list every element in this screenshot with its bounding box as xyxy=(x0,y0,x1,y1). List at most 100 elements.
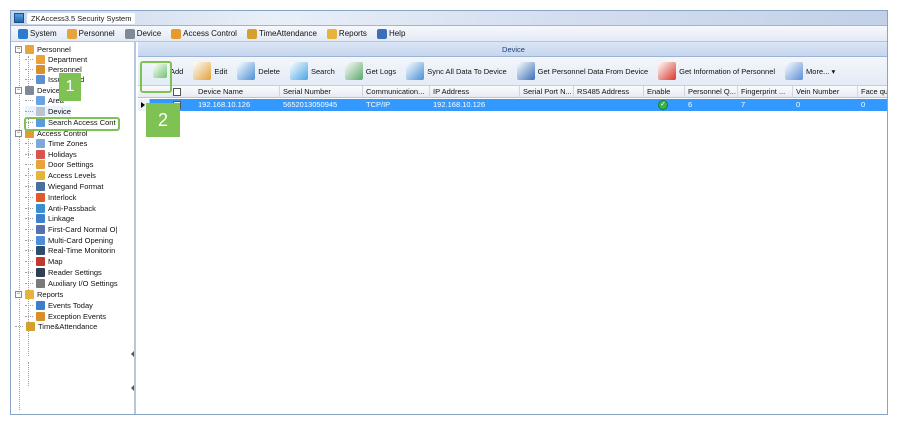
delete-button[interactable]: Delete xyxy=(234,59,283,83)
menu-system[interactable]: System xyxy=(13,27,62,41)
help-icon xyxy=(376,28,387,39)
sidebar-item-exception-events[interactable]: Exception Events xyxy=(25,311,106,321)
sidebar-item-linkage[interactable]: Linkage xyxy=(25,213,74,223)
get-logs-button[interactable]: Get Logs xyxy=(342,59,399,83)
menu-reports[interactable]: Reports xyxy=(322,27,372,41)
card-icon xyxy=(36,74,45,84)
time-attendance-icon xyxy=(26,321,35,331)
sidebar-item-time-zones[interactable]: Time Zones xyxy=(25,138,87,148)
tree-connector xyxy=(25,163,33,165)
sync-all-data-to-device-button[interactable]: Sync All Data To Device xyxy=(403,59,509,83)
column-header[interactable]: RS485 Address xyxy=(574,86,644,98)
get-personnel-data-from-device-button[interactable]: Get Personnel Data From Device xyxy=(514,59,651,83)
collapse-toggle-icon[interactable]: − xyxy=(15,45,22,53)
map-icon xyxy=(36,256,45,266)
edit-button[interactable]: Edit xyxy=(190,59,230,83)
collapse-toggle-icon[interactable]: − xyxy=(15,86,22,94)
sidebar-item-device[interactable]: Device xyxy=(25,106,71,116)
sidebar-item-first-card[interactable]: First-Card Normal O| xyxy=(25,224,117,234)
sidebar-item-label: Map xyxy=(48,256,63,266)
sidebar-item-interlock[interactable]: Interlock xyxy=(25,192,76,202)
sidebar-item-label: Anti-Passback xyxy=(48,203,96,213)
sidebar-item-label: Holidays xyxy=(48,149,77,159)
collapse-toggle-icon[interactable]: − xyxy=(15,129,22,137)
sidebar-item-map[interactable]: Map xyxy=(25,256,63,266)
tree-connector xyxy=(25,196,33,198)
sidebar-item-events-today[interactable]: Events Today xyxy=(25,300,93,310)
collapse-toggle-icon[interactable]: − xyxy=(15,290,22,298)
exception-icon xyxy=(36,311,45,321)
toolbar-button-label: Get Information of Personnel xyxy=(679,66,776,76)
callout-step-2: 2 xyxy=(146,103,180,137)
column-header[interactable]: Device Name xyxy=(195,86,280,98)
column-header[interactable]: Face qu xyxy=(858,86,887,98)
cell-personnel-qty: 6 xyxy=(688,100,693,109)
sidebar-item-auxiliary-io[interactable]: Auxiliary I/O Settings xyxy=(25,278,118,288)
callout-device-highlight xyxy=(24,117,120,131)
select-all-checkbox[interactable] xyxy=(173,88,181,96)
menu-personnel[interactable]: Personnel xyxy=(62,27,120,41)
cell-device-name: 192.168.10.126 xyxy=(198,100,251,109)
table-row[interactable]: 192.168.10.126 5652013050945 TCP/IP 192.168… xyxy=(138,99,887,111)
sidebar-item-access-levels[interactable]: Access Levels xyxy=(25,170,96,180)
cell-serial-port xyxy=(520,99,574,111)
device-grid-header: Device Name Serial Number Communication...… xyxy=(138,86,887,98)
sidebar-item-time-attendance[interactable]: Time&Attendance xyxy=(15,321,97,331)
menu-label: Personnel xyxy=(78,29,115,38)
monitor-icon xyxy=(36,245,45,255)
column-header[interactable]: Vein Number xyxy=(793,86,858,98)
tree-connector xyxy=(25,271,33,273)
sidebar-item-label: Reader Settings xyxy=(48,267,102,277)
column-header[interactable]: Serial Port N... xyxy=(520,86,574,98)
sidebar-item-label: Device xyxy=(37,85,60,95)
collapse-arrow-icon[interactable] xyxy=(131,350,134,358)
column-header[interactable]: Fingerprint ... xyxy=(738,86,793,98)
reader-icon xyxy=(36,267,45,277)
sidebar-item-department[interactable]: Department xyxy=(25,54,87,64)
edit-icon xyxy=(193,62,212,80)
tree-connector xyxy=(25,282,33,284)
column-header[interactable]: Serial Number xyxy=(280,86,363,98)
menu-timeattendance[interactable]: TimeAttendance xyxy=(242,27,322,41)
toolbar-button-label: Add xyxy=(170,66,184,76)
access-control-icon xyxy=(171,28,182,39)
menu-device[interactable]: Device xyxy=(120,27,166,41)
menu-label: TimeAttendance xyxy=(258,29,317,38)
linkage-icon xyxy=(36,213,45,223)
more-button[interactable]: More... ▾ xyxy=(782,59,838,83)
get-information-of-personnel-button[interactable]: Get Information of Personnel xyxy=(655,59,778,83)
app-logo-icon xyxy=(14,13,24,23)
sidebar-item-personnel[interactable]: − Personnel xyxy=(15,44,71,54)
column-header[interactable]: Enable xyxy=(644,86,685,98)
toolbar-button-label: Get Personnel Data From Device xyxy=(537,66,649,76)
collapse-arrow-icon[interactable] xyxy=(131,384,134,392)
sidebar-item-door-settings[interactable]: Door Settings xyxy=(25,159,93,169)
sidebar-item-real-time[interactable]: Real-Time Monitorin xyxy=(25,245,115,255)
menu-help[interactable]: Help xyxy=(372,27,410,41)
sidebar-item-label: Auxiliary I/O Settings xyxy=(48,278,118,288)
sidebar-item-holidays[interactable]: Holidays xyxy=(25,149,77,159)
column-header[interactable]: Personnel Q... xyxy=(685,86,738,98)
app-window: ZKAccess3.5 Security System System Person… xyxy=(10,10,888,415)
key-icon xyxy=(36,170,45,180)
callout-add-highlight xyxy=(140,61,172,93)
column-header[interactable]: Communication... xyxy=(363,86,430,98)
wiegand-icon xyxy=(36,181,45,191)
search-button[interactable]: Search xyxy=(287,59,338,83)
cell-face-qty: 0 xyxy=(861,100,866,109)
toolbar-button-label: Sync All Data To Device xyxy=(427,66,507,76)
sidebar-item-anti-passback[interactable]: Anti-Passback xyxy=(25,203,96,213)
area-icon xyxy=(36,95,45,105)
menu-access-control[interactable]: Access Control xyxy=(166,27,242,41)
tree-connector xyxy=(25,174,33,176)
title-bar: ZKAccess3.5 Security System xyxy=(11,11,887,26)
sidebar-item-label: First-Card Normal O| xyxy=(48,224,118,234)
sidebar-item-wiegand-format[interactable]: Wiegand Format xyxy=(25,181,103,191)
clock-icon xyxy=(36,138,45,148)
sidebar-item-reports[interactable]: − Reports xyxy=(15,289,63,299)
sidebar-item-reader-settings[interactable]: Reader Settings xyxy=(25,267,102,277)
reports-icon xyxy=(326,28,337,39)
sidebar-item-multi-card[interactable]: Multi-Card Opening xyxy=(25,235,113,245)
sidebar-item-device-group[interactable]: − Device xyxy=(15,85,60,95)
column-header[interactable]: IP Address xyxy=(430,86,520,98)
